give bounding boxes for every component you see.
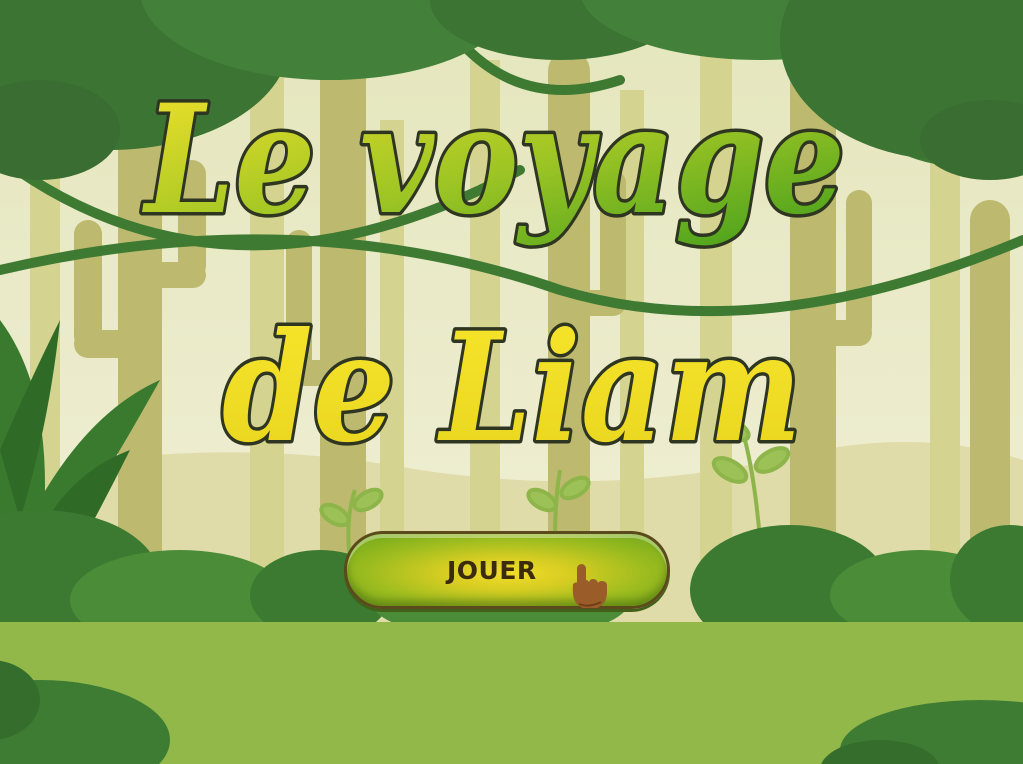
play-button-label: JOUER: [447, 556, 537, 585]
pointing-hand-icon: [572, 564, 607, 608]
title-screen: Le voyage de Liam JOUER: [0, 0, 1023, 764]
play-button[interactable]: JOUER: [344, 531, 670, 609]
jungle-background: [0, 0, 1023, 764]
